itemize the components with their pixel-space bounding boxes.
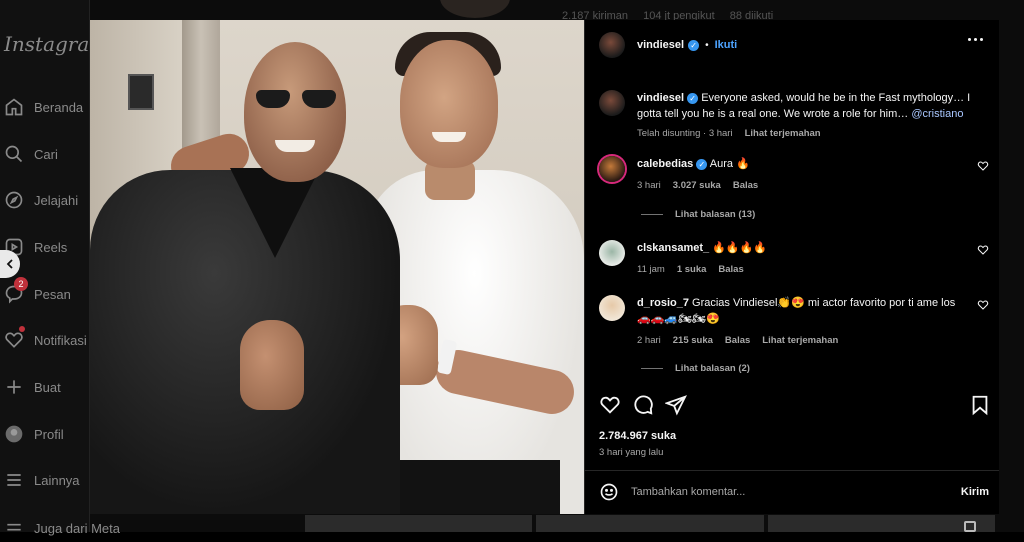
comment-likes[interactable]: 1 suka [677, 262, 707, 278]
view-replies-label: Lihat balasan (13) [675, 209, 755, 220]
send-comment-button[interactable]: Kirim [961, 486, 989, 498]
comment-input[interactable]: Tambahkan komentar... [631, 486, 961, 498]
notifications-dot [19, 326, 25, 332]
post-details-panel: vindiesel ✓ • Ikuti vindiesel ✓ Everyone… [584, 20, 999, 514]
sidebar-item-label: Reels [34, 240, 67, 255]
home-icon [4, 97, 24, 117]
caption-mention-link[interactable]: @cristiano [911, 108, 963, 120]
reply-button[interactable]: Balas [733, 178, 758, 194]
search-icon [4, 144, 24, 164]
sidebar-item-meta[interactable]: Juga dari Meta [0, 514, 120, 542]
post-modal: vindiesel ✓ • Ikuti vindiesel ✓ Everyone… [90, 20, 999, 514]
comment-icon[interactable] [632, 394, 654, 416]
comment-like-icon[interactable] [977, 299, 989, 311]
post-actions [599, 394, 991, 418]
wall-sign [128, 74, 154, 110]
author-avatar[interactable] [599, 90, 625, 116]
sidebar-item-label: Juga dari Meta [34, 521, 120, 536]
sidebar-item-label: Profil [34, 427, 64, 442]
sidebar-item-search[interactable]: Cari [0, 140, 58, 168]
grid-thumbnails [305, 515, 995, 532]
follow-button[interactable]: Ikuti [715, 39, 738, 51]
chevron-left-icon [5, 259, 15, 269]
add-comment-bar: Tambahkan komentar... Kirim [599, 480, 989, 504]
sidebar-item-label: Lainnya [34, 473, 80, 488]
comment: calebedias ✓ Aura 🔥 3 hari 3.027 suka Ba… [599, 156, 989, 194]
post-caption: vindiesel ✓ Everyone asked, would he be … [599, 90, 989, 139]
author-avatar[interactable] [599, 32, 625, 58]
sidebar-item-label: Pesan [34, 287, 71, 302]
see-translation-link[interactable]: Lihat terjemahan [762, 333, 838, 349]
profile-picture-background [440, 0, 510, 18]
likes-count[interactable]: 2.784.967 suka [599, 430, 676, 442]
sidebar-item-home[interactable]: Beranda [0, 93, 83, 121]
sidebar-item-profile[interactable]: Profil [0, 420, 64, 448]
heart-icon [4, 330, 24, 350]
view-replies-button[interactable]: Lihat balasan (13) [641, 209, 755, 220]
post-time: 3 hari yang lalu [599, 447, 663, 458]
comment: d_rosio_7 Gracias Vindiesel👏😍 mi actor f… [599, 295, 989, 349]
see-translation-link[interactable]: Lihat terjemahan [745, 128, 821, 139]
post-photo[interactable] [90, 20, 584, 514]
commenter-avatar[interactable] [599, 156, 625, 182]
plus-icon [4, 377, 24, 397]
sidebar-item-label: Notifikasi [34, 333, 87, 348]
sidebar-item-label: Buat [34, 380, 61, 395]
sidebar-item-explore[interactable]: Jelajahi [0, 186, 78, 214]
verified-badge-icon: ✓ [688, 40, 699, 51]
sidebar-item-notifications[interactable]: Notifikasi [0, 326, 87, 354]
commenter-avatar[interactable] [599, 240, 625, 266]
verified-badge-icon: ✓ [696, 159, 707, 170]
emoji-icon[interactable] [599, 482, 619, 502]
verified-badge-icon: ✓ [687, 93, 698, 104]
author-username[interactable]: vindiesel [637, 39, 684, 51]
sidebar-item-messages[interactable]: 2 Pesan [0, 280, 71, 308]
profile-avatar-icon [4, 424, 24, 444]
comment-text: Aura 🔥 [710, 158, 750, 170]
post-header: vindiesel ✓ • Ikuti [585, 20, 999, 70]
compass-icon [4, 190, 24, 210]
commenter-username[interactable]: clskansamet_ [637, 242, 709, 254]
commenter-avatar[interactable] [599, 295, 625, 321]
comment: clskansamet_ 🔥🔥🔥🔥 11 jam 1 suka Balas [599, 240, 989, 278]
more-options-button[interactable] [968, 38, 983, 41]
meta-icon [4, 518, 24, 538]
comment-like-icon[interactable] [977, 160, 989, 172]
commenter-username[interactable]: d_rosio_7 [637, 297, 689, 309]
like-icon[interactable] [599, 394, 621, 416]
view-replies-button[interactable]: Lihat balasan (2) [641, 363, 750, 374]
comment-text: 🔥🔥🔥🔥 [712, 242, 767, 254]
share-icon[interactable] [665, 394, 687, 416]
sidebar-item-more[interactable]: Lainnya [0, 466, 80, 494]
save-icon[interactable] [969, 394, 991, 416]
comment-like-icon[interactable] [977, 244, 989, 256]
messages-badge: 2 [14, 277, 28, 291]
comment-likes[interactable]: 215 suka [673, 333, 713, 349]
caption-username[interactable]: vindiesel [637, 92, 684, 104]
view-replies-label: Lihat balasan (2) [675, 363, 750, 374]
sidebar-item-label: Cari [34, 147, 58, 162]
caption-edited-time: Telah disunting · 3 hari [637, 128, 733, 139]
commenter-username[interactable]: calebedias [637, 158, 693, 170]
reply-button[interactable]: Balas [725, 333, 750, 349]
comment-likes[interactable]: 3.027 suka [673, 178, 721, 194]
sidebar-item-create[interactable]: Buat [0, 373, 61, 401]
reply-button[interactable]: Balas [718, 262, 743, 278]
carousel-icon [964, 521, 976, 532]
sidebar-item-label: Beranda [34, 100, 83, 115]
menu-icon [4, 470, 24, 490]
comment-time: 2 hari [637, 333, 661, 349]
comment-time: 3 hari [637, 178, 661, 194]
comment-time: 11 jam [637, 262, 665, 278]
sidebar-item-label: Jelajahi [34, 193, 78, 208]
